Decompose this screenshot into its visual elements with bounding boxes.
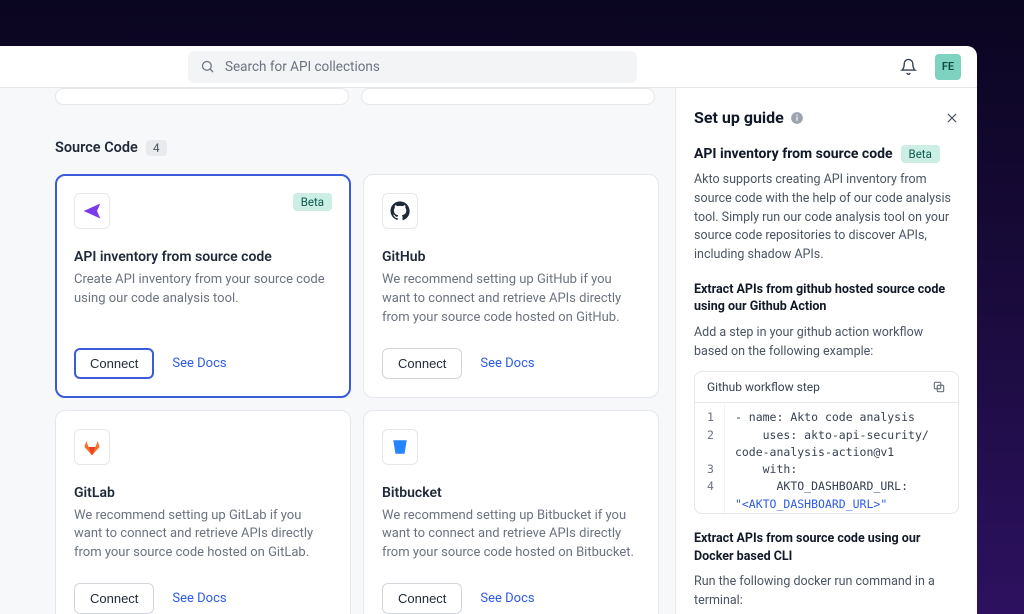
github-icon (382, 193, 418, 229)
card-github[interactable]: GitHub We recommend setting up GitHub if… (363, 174, 659, 398)
card-grid: Beta API inventory from source code Crea… (55, 174, 675, 614)
section-header: Source Code 4 (55, 139, 675, 156)
card-title: GitLab (74, 485, 332, 501)
card-desc: We recommend setting up Bitbucket if you… (382, 507, 640, 564)
guide-title: Set up guide (694, 108, 784, 127)
close-icon[interactable] (945, 111, 959, 125)
code-title: Github workflow step (707, 380, 820, 394)
card-desc: We recommend setting up GitLab if you wa… (74, 507, 332, 564)
section-title: Source Code (55, 139, 138, 156)
card-desc: Create API inventory from your source co… (74, 271, 332, 328)
code-block-github: Github workflow step 12345 - name: Akto … (694, 371, 959, 514)
main-content: Source Code 4 Beta API inventory from so… (0, 88, 675, 614)
bitbucket-icon (382, 429, 418, 465)
connect-button[interactable]: Connect (74, 583, 154, 614)
bell-icon[interactable] (900, 58, 917, 75)
search-icon (200, 59, 215, 74)
code-body[interactable]: 12345 - name: Akto code analysis uses: a… (695, 403, 958, 513)
topbar-right: FE (900, 54, 961, 80)
see-docs-link[interactable]: See Docs (480, 356, 534, 371)
see-docs-link[interactable]: See Docs (172, 591, 226, 606)
see-docs-link[interactable]: See Docs (480, 591, 534, 606)
card-placeholder[interactable] (55, 88, 349, 105)
card-api-inventory[interactable]: Beta API inventory from source code Crea… (55, 174, 351, 398)
beta-badge: Beta (901, 145, 940, 163)
avatar[interactable]: FE (935, 54, 961, 80)
plane-icon (74, 193, 110, 229)
card-title: API inventory from source code (74, 249, 332, 265)
previous-section-cards (55, 88, 675, 105)
card-gitlab[interactable]: GitLab We recommend setting up GitLab if… (55, 410, 351, 614)
connect-button[interactable]: Connect (382, 583, 462, 614)
guide-intro: Akto supports creating API inventory fro… (694, 171, 959, 265)
guide-section-title: Extract APIs from source code using our … (694, 530, 959, 565)
card-title: Bitbucket (382, 485, 640, 501)
card-placeholder[interactable] (361, 88, 655, 105)
card-desc: We recommend setting up GitHub if you wa… (382, 271, 640, 328)
copy-icon[interactable] (932, 380, 946, 394)
app-frame: Search for API collections FE Source Cod… (0, 46, 977, 614)
gitlab-icon (74, 429, 110, 465)
guide-subheader: API inventory from source code (694, 146, 893, 162)
guide-section-text: Add a step in your github action workflo… (694, 324, 959, 362)
setup-guide-panel: Set up guide API inventory from source c… (675, 88, 977, 614)
topbar: Search for API collections FE (0, 46, 977, 88)
beta-badge: Beta (293, 193, 332, 211)
connect-button[interactable]: Connect (382, 348, 462, 379)
section-count-badge: 4 (146, 140, 167, 156)
body: Source Code 4 Beta API inventory from so… (0, 88, 977, 614)
card-title: GitHub (382, 249, 640, 265)
info-icon (790, 111, 804, 125)
see-docs-link[interactable]: See Docs (172, 356, 226, 371)
search-input[interactable]: Search for API collections (188, 51, 637, 83)
guide-section-text: Run the following docker run command in … (694, 573, 959, 611)
search-placeholder: Search for API collections (225, 59, 380, 75)
guide-section-title: Extract APIs from github hosted source c… (694, 281, 959, 316)
guide-header: Set up guide (694, 108, 959, 127)
card-bitbucket[interactable]: Bitbucket We recommend setting up Bitbuc… (363, 410, 659, 614)
connect-button[interactable]: Connect (74, 348, 154, 379)
